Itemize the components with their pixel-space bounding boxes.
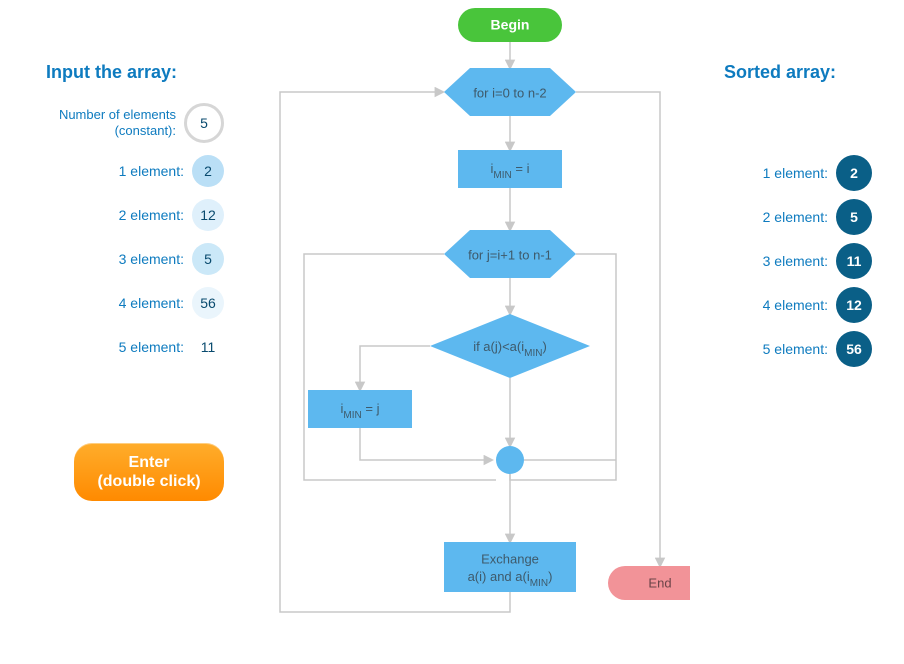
svg-text:for i=0 to n-2: for i=0 to n-2 xyxy=(473,85,546,100)
sorted-element-5-row: 5 element: 56 xyxy=(698,331,872,367)
svg-text:Begin: Begin xyxy=(491,17,530,33)
sorted-element-1-value: 2 xyxy=(836,155,872,191)
svg-text:Exchange: Exchange xyxy=(481,551,539,566)
svg-text:End: End xyxy=(648,575,671,590)
flow-merge-node xyxy=(496,446,524,474)
sorted-element-4-value: 12 xyxy=(836,287,872,323)
input-element-5-label: 5 element: xyxy=(119,339,184,355)
input-element-1-value[interactable]: 2 xyxy=(192,155,224,187)
constant-label: Number of elements (constant): xyxy=(59,107,176,138)
sorted-element-3-value: 11 xyxy=(836,243,872,279)
sorted-element-1-row: 1 element: 2 xyxy=(698,155,872,191)
enter-button-line1: Enter xyxy=(129,453,170,472)
input-element-5-row: 5 element: 11 xyxy=(24,331,224,363)
sorted-element-4-label: 4 element: xyxy=(763,297,828,313)
input-element-3-label: 3 element: xyxy=(119,251,184,267)
sorted-element-3-row: 3 element: 11 xyxy=(698,243,872,279)
sorted-element-4-row: 4 element: 12 xyxy=(698,287,872,323)
enter-button-line2: (double click) xyxy=(97,472,200,491)
constant-row: Number of elements (constant): 5 xyxy=(24,102,224,144)
sorted-element-1-label: 1 element: xyxy=(763,165,828,181)
input-element-2-row: 2 element: 12 xyxy=(24,199,224,231)
sorted-array-title: Sorted array: xyxy=(724,62,836,83)
sorted-element-2-row: 2 element: 5 xyxy=(698,199,872,235)
selection-sort-diagram: Input the array: Number of elements (con… xyxy=(0,0,904,664)
input-element-3-value[interactable]: 5 xyxy=(192,243,224,275)
input-element-3-row: 3 element: 5 xyxy=(24,243,224,275)
input-element-4-value[interactable]: 56 xyxy=(192,287,224,319)
input-element-2-value[interactable]: 12 xyxy=(192,199,224,231)
constant-label-line2: (constant): xyxy=(115,123,176,138)
flow-for-j-node: for j=i+1 to n-1 xyxy=(444,230,576,278)
input-element-4-label: 4 element: xyxy=(119,295,184,311)
sorted-element-5-value: 56 xyxy=(836,331,872,367)
sorted-element-3-label: 3 element: xyxy=(763,253,828,269)
input-element-5-value[interactable]: 11 xyxy=(192,331,224,363)
flow-imin-i-node: iMIN = i xyxy=(458,150,562,188)
input-element-2-label: 2 element: xyxy=(119,207,184,223)
sorted-element-2-value: 5 xyxy=(836,199,872,235)
flow-begin-node: Begin xyxy=(458,8,562,42)
flow-exchange-node: Exchange a(i) and a(iMIN) xyxy=(444,542,576,592)
input-element-1-label: 1 element: xyxy=(119,163,184,179)
constant-value[interactable]: 5 xyxy=(184,103,224,143)
constant-label-line1: Number of elements xyxy=(59,107,176,122)
input-element-4-row: 4 element: 56 xyxy=(24,287,224,319)
input-array-title: Input the array: xyxy=(46,62,177,83)
flow-imin-j-node: iMIN = j xyxy=(308,390,412,428)
flow-condition-node: if a(j)<a(iMIN) xyxy=(430,314,590,378)
flow-end-node: End xyxy=(608,566,690,600)
svg-text:for j=i+1 to n-1: for j=i+1 to n-1 xyxy=(468,247,552,262)
sorted-element-5-label: 5 element: xyxy=(763,341,828,357)
input-element-1-row: 1 element: 2 xyxy=(24,155,224,187)
flow-for-i-node: for i=0 to n-2 xyxy=(444,68,576,116)
enter-button[interactable]: Enter (double click) xyxy=(74,443,224,501)
sorted-element-2-label: 2 element: xyxy=(763,209,828,225)
